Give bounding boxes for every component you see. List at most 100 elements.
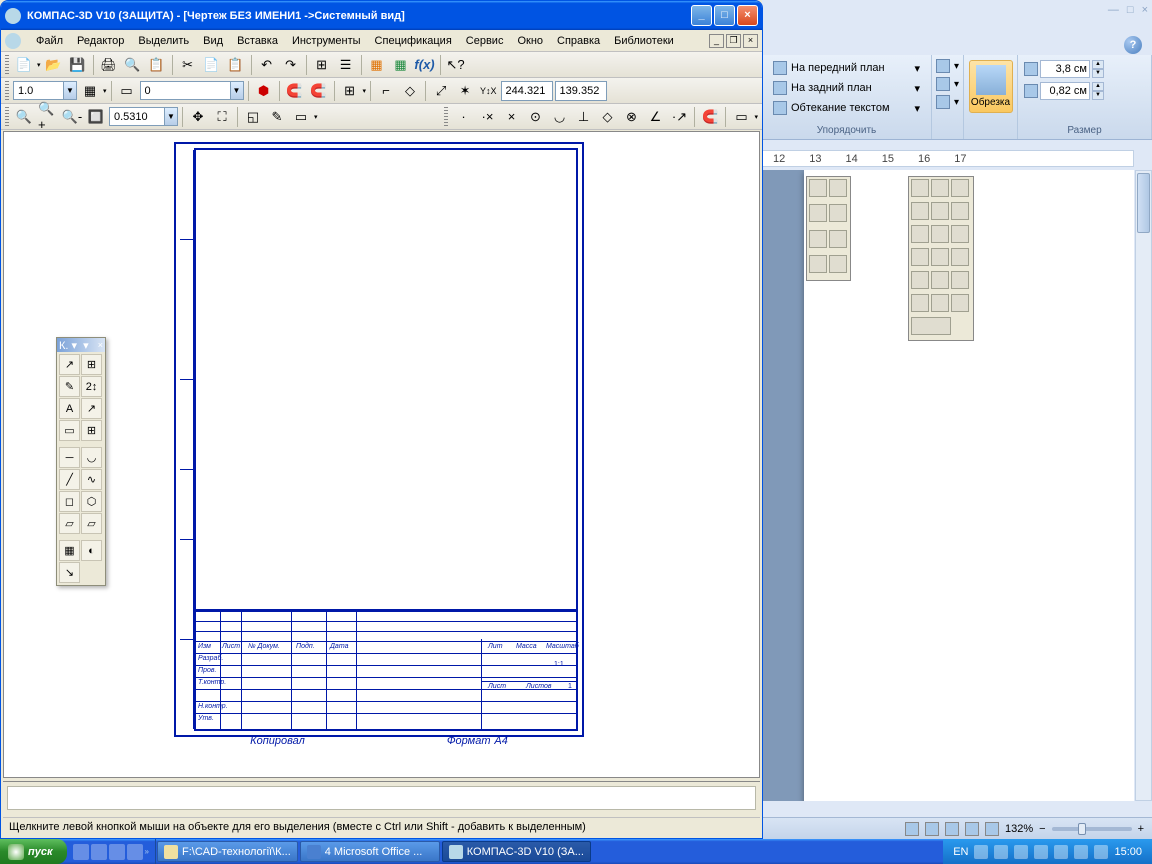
zoom-out-button[interactable]: 🔍- — [61, 106, 83, 128]
group-button[interactable]: ▾ — [934, 75, 961, 93]
menu-select[interactable]: Выделить — [131, 33, 196, 49]
grid-button[interactable]: ⊞ — [339, 80, 361, 102]
compact-panel[interactable]: К. ▾ ▾ × ↗⊞ ✎2↕ A↗ ▭⊞ ─◡ ╱∿ ◻⬡ ▱▱ ▦◐ ↘ — [56, 337, 106, 586]
embed-btn[interactable] — [911, 271, 929, 289]
embed-btn[interactable] — [911, 248, 929, 266]
txt2-btn[interactable]: ↗ — [81, 398, 102, 419]
zoom-all-button[interactable]: ⛶ — [211, 106, 233, 128]
layer-combo[interactable]: ▼ — [140, 81, 244, 100]
panel-pin-icon[interactable]: ▾ — [83, 339, 89, 352]
clock[interactable]: 15:00 — [1114, 846, 1142, 858]
vars-button[interactable]: ▦ — [390, 54, 412, 76]
snap-grid-button[interactable]: ⊗ — [620, 106, 642, 128]
width-up[interactable]: ▲ — [1092, 82, 1104, 91]
stop-button[interactable]: ⬢ — [253, 80, 275, 102]
scroll-thumb[interactable] — [1137, 173, 1150, 233]
coord-y-input[interactable] — [555, 81, 607, 101]
height-down[interactable]: ▼ — [1092, 69, 1104, 78]
ql-desktop-icon[interactable] — [73, 844, 89, 860]
embed-btn[interactable] — [931, 179, 949, 197]
zoom-handle[interactable] — [1078, 823, 1086, 835]
embed-btn[interactable] — [931, 225, 949, 243]
word-paper[interactable] — [804, 170, 1134, 801]
height-up[interactable]: ▲ — [1092, 60, 1104, 69]
tray-icon[interactable] — [1014, 845, 1028, 859]
ql-app2-icon[interactable] — [127, 844, 143, 860]
preview-button[interactable]: 🔍 — [122, 54, 144, 76]
zoom-fit-button[interactable]: 🔍 — [13, 106, 35, 128]
dim2-btn[interactable]: 2↕ — [81, 376, 102, 397]
lcs-button[interactable]: ⤢ — [430, 80, 452, 102]
layer-btn[interactable]: ▦ — [79, 80, 101, 102]
spline-btn[interactable]: ∿ — [81, 469, 102, 490]
menu-service[interactable]: Сервис — [459, 33, 511, 49]
embed-btn[interactable] — [829, 230, 847, 248]
embed-btn[interactable] — [911, 202, 929, 220]
ql-ie-icon[interactable] — [91, 844, 107, 860]
snap-cen-button[interactable]: ⊙ — [524, 106, 546, 128]
height-input[interactable] — [1040, 60, 1090, 78]
menu-view[interactable]: Вид — [196, 33, 230, 49]
mdi-close[interactable]: × — [743, 34, 758, 48]
embed-btn[interactable] — [829, 255, 847, 273]
meas2-btn[interactable]: ◐ — [81, 540, 102, 561]
save-button[interactable]: 💾 — [67, 54, 89, 76]
snap-button[interactable]: 🧲 — [284, 80, 306, 102]
width-down[interactable]: ▼ — [1092, 91, 1104, 100]
snap-cfg-button[interactable]: ▭ — [730, 106, 752, 128]
embed-btn[interactable] — [829, 179, 847, 197]
scale-input[interactable] — [13, 81, 63, 100]
undo-button[interactable]: ↶ — [256, 54, 278, 76]
tray-icon[interactable] — [1054, 845, 1068, 859]
doc-icon[interactable] — [5, 33, 21, 49]
zoom-out[interactable]: − — [1039, 823, 1045, 835]
view-btn[interactable]: ◱ — [242, 106, 264, 128]
zero-button[interactable]: ✶ — [454, 80, 476, 102]
tray-icon[interactable] — [1034, 845, 1048, 859]
arc-btn[interactable]: ◡ — [81, 447, 102, 468]
txt-btn[interactable]: A — [59, 398, 80, 419]
embed-btn[interactable] — [951, 294, 969, 312]
close-button[interactable]: × — [737, 5, 758, 26]
minimize-button[interactable]: _ — [691, 5, 712, 26]
line-btn[interactable]: ─ — [59, 447, 80, 468]
scale-combo[interactable]: ▼ — [13, 81, 77, 100]
word-restore[interactable]: □ — [1127, 4, 1134, 16]
menu-spec[interactable]: Спецификация — [368, 33, 459, 49]
embed-btn[interactable] — [911, 294, 929, 312]
snap-off-button[interactable]: 🧲 — [699, 106, 721, 128]
embed-btn[interactable] — [809, 179, 827, 197]
text-wrap-button[interactable]: Обтекание текстом▾ — [768, 98, 925, 118]
task-explorer[interactable]: F:\CAD-технології\К... — [157, 841, 298, 862]
word-scrollbar[interactable] — [1135, 170, 1152, 801]
rotate-button[interactable]: ▾ — [934, 93, 961, 111]
snap-pt-button[interactable]: ·↗ — [668, 106, 690, 128]
panel-title[interactable]: К. ▾ ▾ × — [57, 338, 105, 352]
zoom-window-button[interactable]: 🔲 — [85, 106, 107, 128]
embed-btn[interactable] — [951, 202, 969, 220]
zoom-slider[interactable] — [1052, 827, 1132, 831]
pan-button[interactable]: ✥ — [187, 106, 209, 128]
menu-tools[interactable]: Инструменты — [285, 33, 368, 49]
embed-btn[interactable] — [931, 294, 949, 312]
task-word[interactable]: 4 Microsoft Office ... — [300, 841, 440, 862]
tray-icon[interactable] — [994, 845, 1008, 859]
zoom-percent[interactable]: 132% — [1005, 823, 1033, 835]
dim-btn[interactable]: ✎ — [59, 376, 80, 397]
new-button[interactable]: 📄 — [13, 54, 35, 76]
tray-icon[interactable] — [1074, 845, 1088, 859]
redraw-button[interactable]: ✎ — [266, 106, 288, 128]
embed-btn[interactable] — [931, 271, 949, 289]
view-outline-icon[interactable] — [965, 822, 979, 836]
property-bar-inner[interactable] — [7, 786, 756, 810]
embed-btn[interactable] — [911, 225, 929, 243]
tree-button[interactable]: ☰ — [335, 54, 357, 76]
circle-btn[interactable]: ╱ — [59, 469, 80, 490]
menu-window[interactable]: Окно — [510, 33, 550, 49]
panel-close-icon[interactable]: × — [98, 340, 103, 350]
canvas[interactable]: К. ▾ ▾ × ↗⊞ ✎2↕ A↗ ▭⊞ ─◡ ╱∿ ◻⬡ ▱▱ ▦◐ ↘ — [3, 131, 760, 778]
tray-icon[interactable] — [974, 845, 988, 859]
embed-btn[interactable] — [931, 248, 949, 266]
zoom-combo[interactable]: ▼ — [109, 107, 178, 126]
snap-perp-button[interactable]: ⊥ — [572, 106, 594, 128]
